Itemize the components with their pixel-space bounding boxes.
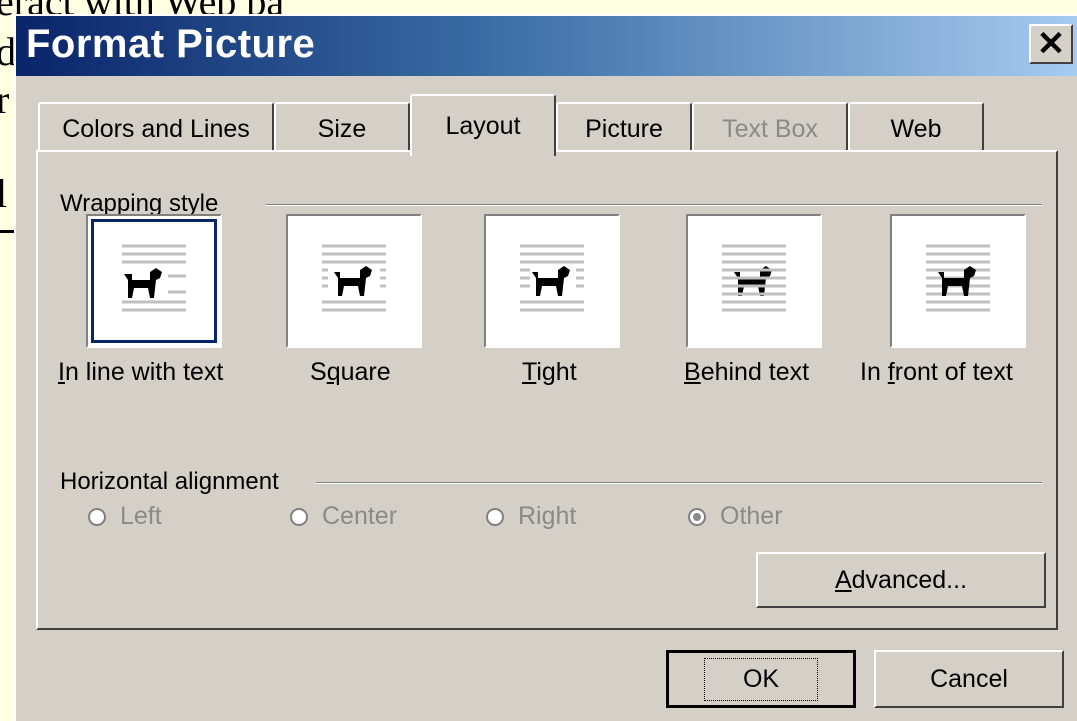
- tight-wrap-option[interactable]: [484, 214, 620, 348]
- doc-rule: [0, 230, 14, 233]
- horizontal-alignment-label: Horizontal alignment: [60, 468, 289, 496]
- doc-line-5: l: [0, 171, 8, 216]
- radio-right-dot: [486, 507, 504, 526]
- cancel-button-label: Cancel: [930, 664, 1008, 693]
- behind-text-label: Behind text: [684, 358, 810, 386]
- tab-label: Size: [317, 114, 367, 143]
- radio-center-dot: [290, 507, 308, 526]
- tab-web[interactable]: Web: [848, 102, 984, 154]
- square-wrap-icon: [322, 244, 386, 312]
- radio-other-label: Other: [720, 502, 783, 530]
- inline-wrap-option[interactable]: [86, 214, 222, 348]
- tab-picture[interactable]: Picture: [556, 102, 692, 154]
- tight-wrap-icon: [520, 244, 584, 312]
- tab-layout[interactable]: Layout: [410, 94, 556, 156]
- inline-wrap-label: In line with text: [58, 358, 224, 386]
- format-picture-dialog: Format Picture ✕ Colors and Lines Size L…: [14, 14, 1077, 721]
- inline-wrap-icon: [122, 244, 186, 312]
- tight-wrap-label: Tight: [522, 358, 577, 386]
- tab-label: Colors and Lines: [62, 114, 250, 143]
- title-bar[interactable]: Format Picture ✕: [16, 16, 1077, 76]
- layout-panel: Wrapping style In line with text Square …: [36, 150, 1058, 630]
- in-front-text-label: In front of text: [860, 358, 1013, 386]
- square-wrap-label: Square: [310, 358, 391, 386]
- close-button[interactable]: ✕: [1029, 24, 1073, 64]
- radio-left: Left: [88, 502, 162, 531]
- in-front-text-icon: [926, 244, 990, 312]
- square-wrap-option[interactable]: [286, 214, 422, 348]
- radio-left-label: Left: [120, 502, 162, 530]
- ok-button[interactable]: OK: [666, 650, 856, 708]
- close-icon: ✕: [1036, 25, 1066, 63]
- ok-button-label: OK: [703, 657, 819, 701]
- radio-left-dot: [88, 507, 106, 526]
- radio-center-label: Center: [322, 502, 398, 530]
- advanced-button[interactable]: Advanced...: [756, 552, 1046, 608]
- radio-other: Other: [688, 502, 783, 531]
- alignment-group-line: [316, 482, 1042, 484]
- wrapping-group-line: [266, 204, 1042, 206]
- behind-text-option[interactable]: [686, 214, 822, 348]
- doc-line-3: r: [0, 77, 10, 122]
- tab-text-box: Text Box: [692, 102, 848, 154]
- dialog-title: Format Picture: [26, 22, 316, 66]
- radio-center: Center: [290, 502, 397, 531]
- radio-right: Right: [486, 502, 576, 531]
- tab-colors-and-lines[interactable]: Colors and Lines: [38, 102, 274, 154]
- cancel-button[interactable]: Cancel: [874, 650, 1064, 708]
- radio-other-dot: [688, 507, 706, 526]
- tab-label: Text Box: [722, 114, 818, 143]
- tab-size[interactable]: Size: [274, 102, 410, 154]
- radio-right-label: Right: [518, 502, 577, 530]
- in-front-text-option[interactable]: [890, 214, 1026, 348]
- tab-label: Web: [890, 114, 942, 143]
- advanced-button-label: Advanced...: [834, 565, 968, 594]
- tab-label: Layout: [445, 111, 521, 140]
- tab-label: Picture: [585, 114, 663, 143]
- behind-text-icon: [722, 244, 786, 312]
